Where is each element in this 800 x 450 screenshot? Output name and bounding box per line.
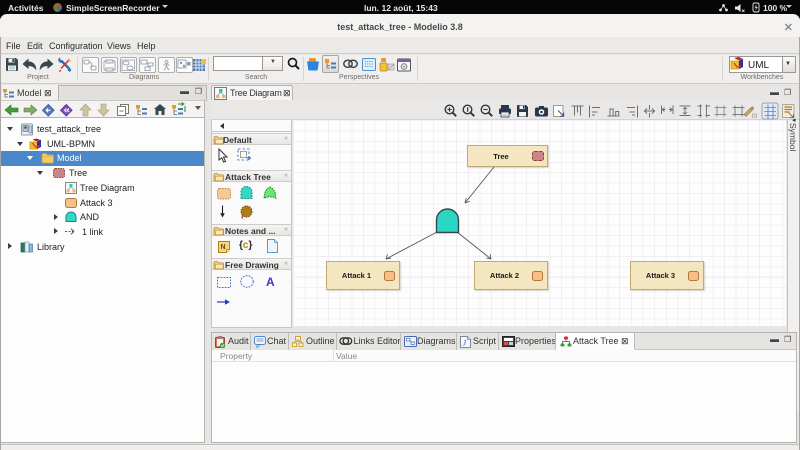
svg-text:N: N [221,244,226,251]
svg-text:J: J [463,339,467,348]
